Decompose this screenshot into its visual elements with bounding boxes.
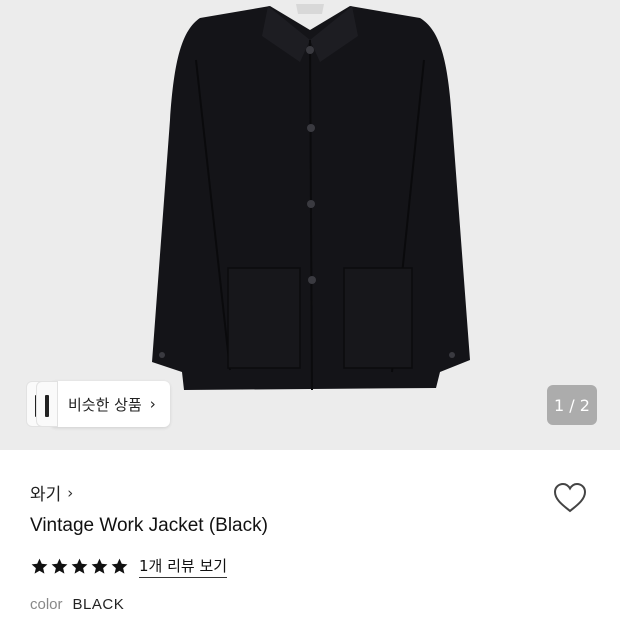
rating-stars — [30, 557, 129, 576]
chevron-right-icon: › — [67, 483, 74, 502]
similar-products-button[interactable]: 비슷한 상품 › — [26, 381, 170, 427]
star-icon — [111, 558, 128, 574]
similar-thumbnails — [26, 381, 58, 427]
color-row: color BLACK — [30, 596, 124, 613]
star-icon — [71, 558, 88, 574]
heart-outline-icon[interactable] — [552, 480, 588, 516]
product-image-gallery[interactable]: 비슷한 상품 › 1 / 2 — [0, 0, 620, 450]
similar-products-pill: 비슷한 상품 › — [50, 381, 170, 427]
color-value: BLACK — [72, 596, 125, 613]
star-icon — [91, 558, 108, 574]
chevron-right-icon: › — [149, 395, 156, 413]
product-title: Vintage Work Jacket (Black) — [30, 515, 268, 536]
star-icon — [51, 558, 68, 574]
brand-link[interactable]: 와기 › — [30, 480, 74, 506]
rating-row: 1개 리뷰 보기 — [30, 555, 228, 578]
review-link[interactable]: 1개 리뷰 보기 — [139, 555, 228, 578]
image-page-indicator: 1 / 2 — [547, 385, 597, 425]
brand-name: 와기 — [30, 485, 62, 505]
similar-thumbnail — [36, 381, 58, 427]
color-label: color — [30, 596, 63, 613]
star-icon — [31, 558, 48, 574]
similar-products-label: 비슷한 상품 — [68, 395, 142, 414]
